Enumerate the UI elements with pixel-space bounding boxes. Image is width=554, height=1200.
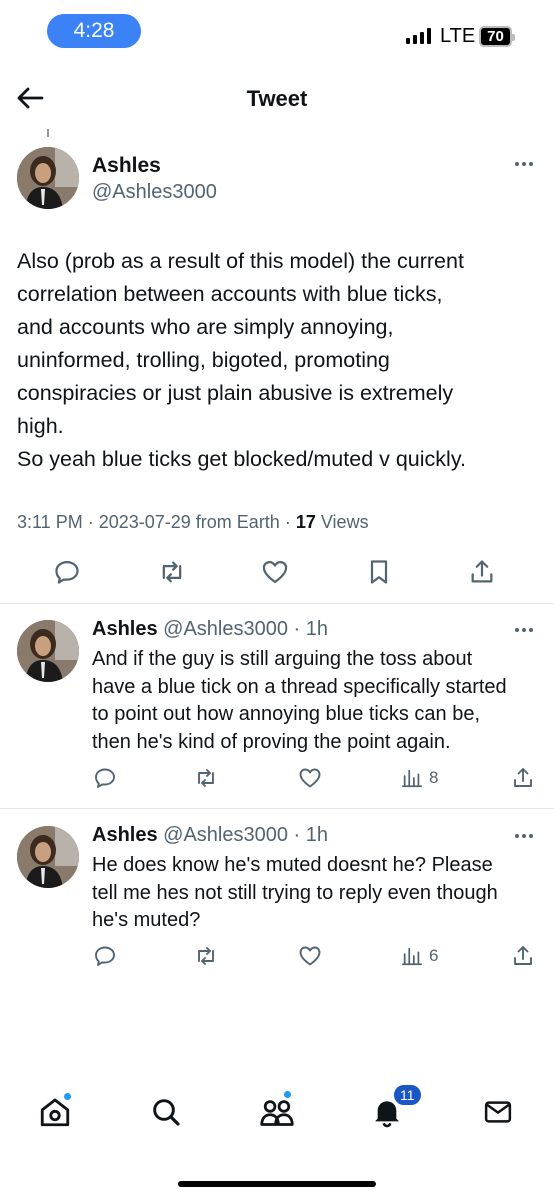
battery-icon: 70 bbox=[479, 26, 515, 47]
nav-search[interactable] bbox=[146, 1090, 186, 1134]
bookmark-button[interactable] bbox=[362, 555, 396, 589]
retweet-icon bbox=[162, 561, 182, 583]
retweet-button[interactable] bbox=[193, 942, 219, 970]
views-count: 8 bbox=[429, 768, 439, 787]
tweet-text-line: correlation between accounts with blue t… bbox=[17, 282, 443, 306]
more-options-button[interactable] bbox=[511, 154, 537, 174]
author-handle[interactable]: @Ashles3000 bbox=[92, 181, 217, 204]
reply-actions: 8 bbox=[0, 764, 554, 792]
views-count[interactable]: 17 bbox=[296, 512, 316, 532]
reply-actions: 6 bbox=[0, 942, 554, 970]
reply-button[interactable] bbox=[92, 942, 118, 970]
page-title: Tweet bbox=[246, 86, 308, 111]
more-icon bbox=[515, 628, 519, 632]
reply-text-line: And if the guy is still arguing the toss… bbox=[92, 648, 473, 670]
bottom-nav: 11 bbox=[0, 1083, 554, 1146]
tweet-text-line: high. bbox=[17, 414, 64, 438]
tweet-text-line: uninformed, trolling, bigoted, promoting bbox=[17, 348, 390, 372]
reply-text-line: tell me hes not still trying to reply ev… bbox=[92, 881, 498, 904]
home-indicator bbox=[178, 1181, 376, 1187]
messages-icon bbox=[484, 1101, 512, 1123]
reply-header: Ashles @Ashles3000 · 1h bbox=[92, 824, 329, 846]
network-label: LTE bbox=[440, 25, 476, 47]
notifications-badge: 11 bbox=[392, 1083, 423, 1107]
retweet-button[interactable] bbox=[155, 555, 189, 589]
more-icon bbox=[515, 162, 519, 166]
tweet-text-line: and accounts who are simply annoying, bbox=[17, 315, 394, 339]
share-icon bbox=[471, 560, 493, 583]
reply-button[interactable] bbox=[50, 555, 84, 589]
thread-connector bbox=[47, 129, 49, 137]
views-label[interactable]: Views bbox=[321, 512, 369, 532]
nav-messages[interactable] bbox=[478, 1090, 518, 1134]
reply-icon bbox=[95, 946, 115, 966]
reply-text-line: to point out how annoying blue ticks can… bbox=[92, 703, 481, 725]
like-button[interactable] bbox=[297, 764, 323, 792]
avatar[interactable] bbox=[17, 620, 79, 682]
views-button[interactable]: 8 bbox=[401, 764, 438, 792]
reply-time: 1h bbox=[305, 618, 329, 640]
retweet-icon bbox=[198, 769, 214, 787]
tweet-source: from Earth bbox=[195, 512, 280, 532]
bookmark-icon bbox=[370, 560, 388, 584]
tweet-meta: 3:11 PM · 2023-07-29 from Earth · 17 Vie… bbox=[17, 512, 369, 532]
avatar[interactable] bbox=[17, 147, 79, 209]
avatar[interactable] bbox=[17, 826, 79, 888]
reply-text-line: then he's kind of proving the point agai… bbox=[92, 730, 451, 753]
like-icon bbox=[299, 946, 321, 966]
like-icon bbox=[299, 768, 321, 788]
more-options-button[interactable] bbox=[511, 826, 537, 846]
communities-icon bbox=[260, 1100, 294, 1126]
share-button[interactable] bbox=[511, 942, 535, 970]
nav-home[interactable] bbox=[35, 1090, 75, 1134]
retweet-icon bbox=[198, 947, 214, 965]
tweet-text-line: So yeah blue ticks get blocked/muted v q… bbox=[17, 447, 466, 471]
more-icon bbox=[515, 834, 519, 838]
like-button[interactable] bbox=[258, 555, 292, 589]
author-name[interactable]: Ashles bbox=[92, 154, 161, 178]
reply-header: Ashles @Ashles3000 · 1h bbox=[92, 618, 329, 640]
share-icon bbox=[514, 768, 532, 787]
communities-unread-dot bbox=[283, 1090, 292, 1099]
share-button[interactable] bbox=[511, 764, 535, 792]
reply-author-handle[interactable]: @Ashles3000 bbox=[163, 618, 288, 640]
tweet-text-line: conspiracies or just plain abusive is ex… bbox=[17, 381, 454, 405]
share-icon bbox=[514, 946, 532, 965]
retweet-button[interactable] bbox=[193, 764, 219, 792]
signal-icon bbox=[406, 28, 431, 44]
views-icon bbox=[401, 947, 423, 966]
tweet-text-line: Also (prob as a result of this model) th… bbox=[17, 249, 464, 273]
divider bbox=[0, 808, 554, 809]
reply-text-line: He does know he's muted doesnt he? Pleas… bbox=[92, 854, 493, 876]
reply-icon bbox=[95, 768, 115, 788]
header: Tweet bbox=[0, 70, 554, 128]
status-bar: 4:28 LTE 70 bbox=[0, 0, 554, 64]
reply-author-name[interactable]: Ashles bbox=[92, 618, 158, 640]
views-button[interactable]: 6 bbox=[401, 942, 438, 970]
status-time: 4:28 bbox=[47, 14, 141, 48]
views-icon bbox=[401, 769, 423, 788]
reply-text-line: have a blue tick on a thread specificall… bbox=[92, 675, 507, 698]
divider bbox=[0, 603, 554, 604]
reply-text: And if the guy is still arguing the toss… bbox=[92, 646, 542, 756]
tweet-text: Also (prob as a result of this model) th… bbox=[17, 245, 542, 476]
reply-icon bbox=[55, 560, 79, 584]
share-button[interactable] bbox=[465, 555, 499, 589]
nav-communities[interactable] bbox=[257, 1090, 297, 1134]
reply-text: He does know he's muted doesnt he? Pleas… bbox=[92, 852, 542, 935]
like-icon bbox=[262, 560, 288, 584]
reply-author-handle[interactable]: @Ashles3000 bbox=[163, 824, 288, 846]
tweet-date: 2023-07-29 bbox=[98, 512, 191, 532]
reply-button[interactable] bbox=[92, 764, 118, 792]
tweet-actions bbox=[0, 555, 554, 591]
home-unread-dot bbox=[63, 1092, 72, 1101]
more-options-button[interactable] bbox=[511, 620, 537, 640]
views-count: 6 bbox=[429, 946, 439, 965]
reply-time: 1h bbox=[305, 824, 329, 846]
like-button[interactable] bbox=[297, 942, 323, 970]
tweet-time: 3:11 PM bbox=[17, 512, 83, 532]
search-icon bbox=[153, 1099, 180, 1126]
reply-text-line: he's muted? bbox=[92, 909, 201, 931]
reply-author-name[interactable]: Ashles bbox=[92, 824, 158, 846]
